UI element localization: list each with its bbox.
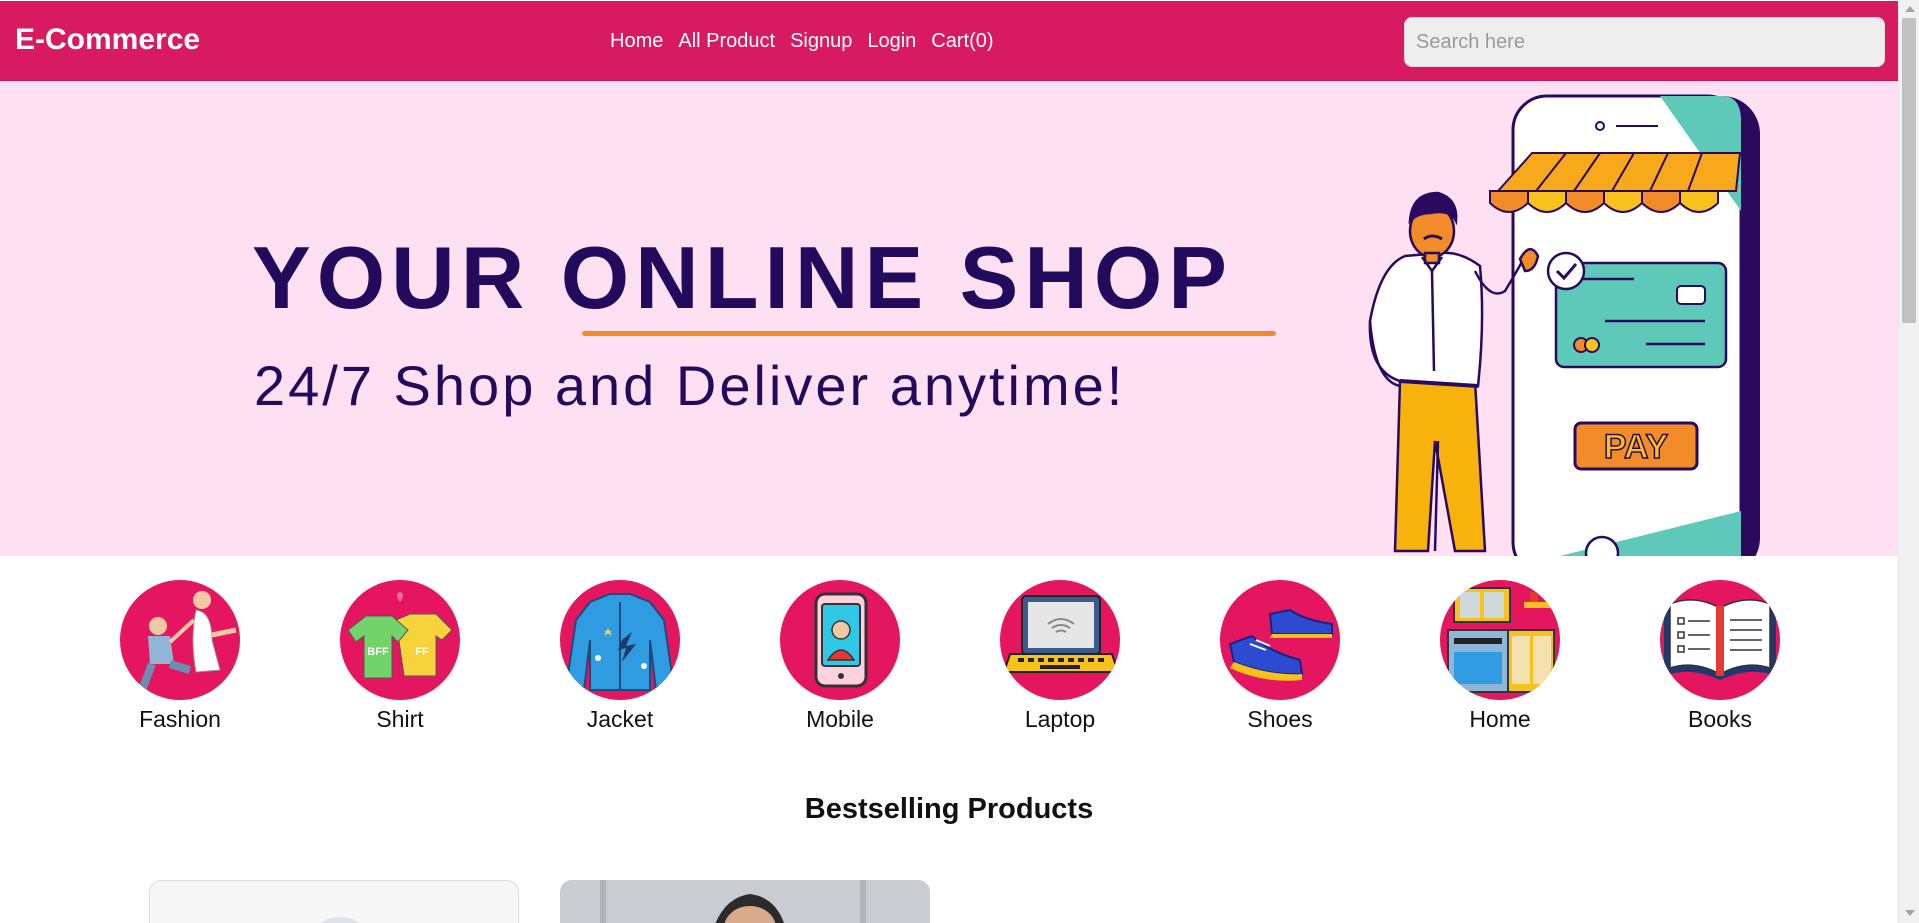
category-label-fashion: Fashion [139, 706, 221, 732]
category-jacket[interactable]: Jacket [540, 580, 700, 733]
page-viewport: E-Commerce Home All Product Signup Login… [0, 0, 1898, 923]
shop-illustration: PAY [1368, 94, 1760, 556]
nav-link-signup[interactable]: Signup [790, 30, 852, 53]
nav-link-login[interactable]: Login [867, 30, 916, 53]
hero-subtitle: 24/7 Shop and Deliver anytime! [254, 354, 1126, 417]
couple-proposal-icon [120, 580, 240, 700]
nav-link-all-product[interactable]: All Product [678, 30, 775, 53]
category-list: Fashion BFF FF Shirt Jacket Mobile Lapto… [0, 580, 1898, 740]
nav-link-cart[interactable]: Cart(0) [931, 30, 993, 53]
navbar: E-Commerce Home All Product Signup Login… [0, 1, 1898, 81]
bff-tshirts-icon: BFF FF [340, 580, 460, 700]
category-label-jacket: Jacket [586, 706, 654, 732]
category-home[interactable]: Home [1420, 580, 1580, 733]
scroll-down-arrow-icon[interactable] [1905, 910, 1915, 916]
nav-links: Home All Product Signup Login Cart(0) [610, 30, 994, 53]
shoes-icon [1220, 580, 1340, 700]
laptop-icon [1000, 580, 1120, 700]
category-label-books: Books [1688, 706, 1752, 732]
svg-text:FF: FF [415, 646, 429, 658]
scroll-up-arrow-icon[interactable] [1905, 6, 1915, 12]
category-laptop[interactable]: Laptop [980, 580, 1140, 733]
product-image [560, 880, 930, 923]
hero-title: YOUR ONLINE SHOP [252, 228, 1233, 327]
category-fashion[interactable]: Fashion [100, 580, 260, 733]
category-shoes[interactable]: Shoes [1200, 580, 1360, 733]
product-card[interactable] [149, 880, 519, 923]
jacket-icon [560, 580, 680, 700]
category-label-mobile: Mobile [806, 706, 874, 732]
page-scrollbar[interactable] [1898, 0, 1919, 923]
product-card[interactable] [560, 880, 930, 923]
search-input[interactable] [1404, 17, 1885, 67]
hero-banner: YOUR ONLINE SHOP 24/7 Shop and Deliver a… [0, 81, 1898, 556]
category-shirt[interactable]: BFF FF Shirt [320, 580, 480, 733]
category-label-shirt: Shirt [376, 706, 424, 732]
svg-text:BFF: BFF [367, 646, 389, 658]
hero-underline [582, 331, 1276, 336]
nav-link-home[interactable]: Home [610, 30, 663, 53]
scroll-thumb[interactable] [1902, 18, 1916, 323]
category-mobile[interactable]: Mobile [760, 580, 920, 733]
pay-label: PAY [1604, 428, 1669, 466]
home-furniture-icon [1440, 580, 1560, 700]
category-label-shoes: Shoes [1247, 706, 1313, 732]
mobile-phone-icon [780, 580, 900, 700]
category-label-home: Home [1469, 706, 1531, 732]
brand-logo[interactable]: E-Commerce [15, 23, 200, 57]
product-image [321, 917, 359, 923]
bestselling-title: Bestselling Products [804, 793, 1094, 825]
category-label-laptop: Laptop [1024, 706, 1096, 732]
category-books[interactable]: Books [1640, 580, 1800, 733]
open-book-icon [1660, 580, 1780, 700]
